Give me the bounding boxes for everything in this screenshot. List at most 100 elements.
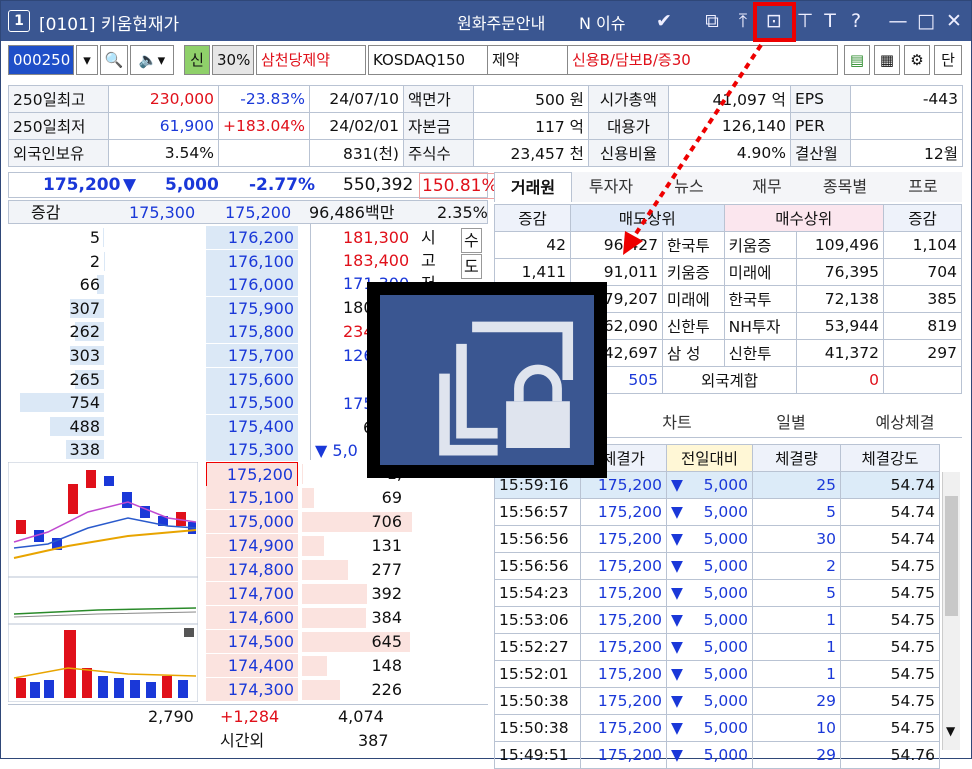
trade-row[interactable]: 15:56:56175,200▼5,000254.75 xyxy=(495,553,940,580)
bid-price[interactable]: 174,400 xyxy=(206,654,298,677)
bid-row[interactable]: 175,10069 xyxy=(198,486,488,510)
ask-row[interactable]: 303175,700 xyxy=(8,344,310,367)
trade-row[interactable]: 15:49:51175,200▼5,0002954.76 xyxy=(495,742,940,769)
ask-price[interactable]: 176,000 xyxy=(206,273,298,296)
high-price: 183,400 xyxy=(343,249,409,272)
right-tab[interactable]: 종목별 xyxy=(806,172,884,202)
info-cell[interactable]: EPS xyxy=(790,86,850,113)
trade-row[interactable]: 15:54:23175,200▼5,000554.75 xyxy=(495,580,940,607)
speaker-icon[interactable]: 🔈▾ xyxy=(130,45,174,75)
sell-broker[interactable]: 삼 성 xyxy=(663,340,725,367)
window-title: [0101] 키움현재가 xyxy=(39,10,179,35)
sell-broker[interactable]: 키움증 xyxy=(663,259,725,286)
gear-icon[interactable]: ⚙ xyxy=(904,45,930,75)
ask-price[interactable]: 175,900 xyxy=(206,297,298,320)
sell-broker[interactable]: 미래에 xyxy=(663,286,725,313)
bid-price[interactable]: 174,800 xyxy=(206,558,298,581)
scroll-down-icon[interactable]: ▼ xyxy=(946,724,955,738)
ask-row[interactable]: 262175,800 xyxy=(8,320,310,343)
sub-tab[interactable]: 차트 xyxy=(620,408,734,438)
sub-tab[interactable]: 예상체결 xyxy=(848,408,962,438)
trade-row[interactable]: 15:56:57175,200▼5,000554.74 xyxy=(495,499,940,526)
memo-icon[interactable]: ▦ xyxy=(874,45,900,75)
bid-price[interactable]: 174,700 xyxy=(206,582,298,605)
trade-row[interactable]: 15:50:38175,200▼5,0001054.75 xyxy=(495,715,940,742)
buy-broker[interactable]: 한국투 xyxy=(724,286,796,313)
minimize-icon[interactable]: — xyxy=(885,8,911,34)
down-arrow-icon: ▼ xyxy=(671,476,683,494)
search-icon[interactable]: 🔍 xyxy=(100,45,128,75)
ask-row[interactable]: 66176,000 xyxy=(8,273,310,296)
maximize-icon[interactable]: □ xyxy=(913,8,939,34)
ask-price[interactable]: 175,700 xyxy=(206,344,298,367)
info-cell[interactable]: PER xyxy=(790,113,850,140)
bid-price[interactable]: 174,300 xyxy=(206,678,298,701)
screen-number-badge[interactable]: 1 xyxy=(8,10,30,32)
bid-row[interactable]: 174,900131 xyxy=(198,534,488,558)
bid-row[interactable]: 175,000706 xyxy=(198,510,488,534)
bid-row[interactable]: 174,800277 xyxy=(198,558,488,582)
bid-price[interactable]: 174,500 xyxy=(206,630,298,653)
code-dropdown-icon[interactable]: ▾ xyxy=(76,45,98,75)
ask-row[interactable]: 5176,200 xyxy=(8,226,310,249)
info-cell[interactable]: 250일최고 xyxy=(9,86,109,113)
stock-name[interactable]: 삼천당제약 xyxy=(256,45,366,75)
chart-close-icon[interactable] xyxy=(184,628,194,637)
bid-price[interactable]: 175,000 xyxy=(206,510,298,533)
col-header[interactable]: 체결강도 xyxy=(841,445,940,472)
help-icon[interactable]: ? xyxy=(843,8,869,34)
bid-price[interactable]: 174,900 xyxy=(206,534,298,557)
ask-row[interactable]: 754175,500 xyxy=(8,391,310,414)
buy-broker[interactable]: 신한투 xyxy=(724,340,796,367)
bid-price[interactable]: 175,200 xyxy=(206,462,298,487)
ask-row[interactable]: 265175,600 xyxy=(8,368,310,391)
bid-price[interactable]: 174,600 xyxy=(206,606,298,629)
trade-row[interactable]: 15:53:06175,200▼5,000154.75 xyxy=(495,607,940,634)
kiwoom-logo-icon[interactable]: ✔ xyxy=(651,8,677,34)
bid-row[interactable]: 174,600384 xyxy=(198,606,488,630)
ask-price[interactable]: 175,500 xyxy=(206,391,298,414)
font-size-icon[interactable]: T xyxy=(817,8,843,34)
buy-broker[interactable]: NH투자 xyxy=(724,313,796,340)
scrollbar-thumb[interactable] xyxy=(945,496,958,616)
buy-broker[interactable]: 미래에 xyxy=(724,259,796,286)
right-tab[interactable]: 프로 xyxy=(884,172,962,202)
ask-price[interactable]: 175,800 xyxy=(206,320,298,343)
trade-row[interactable]: 15:50:38175,200▼5,0002954.75 xyxy=(495,688,940,715)
trade-scrollbar[interactable]: ▼ xyxy=(942,472,960,750)
trade-row[interactable]: 15:56:56175,200▼5,0003054.74 xyxy=(495,526,940,553)
single-order-button[interactable]: 단 xyxy=(934,45,962,75)
trade-table: 체결가 전일대비 체결량 체결강도 15:59:16175,200▼5,0002… xyxy=(494,444,940,769)
ask-row[interactable]: 2176,100 xyxy=(8,250,310,273)
sheet-icon[interactable]: ▤ xyxy=(844,45,870,75)
trade-row[interactable]: 15:52:27175,200▼5,000154.75 xyxy=(495,634,940,661)
trade-volume: 29 xyxy=(753,688,841,715)
popout-icon[interactable]: ⧉ xyxy=(699,8,725,34)
right-tab[interactable]: 거래원 xyxy=(494,172,572,202)
stock-code-input[interactable]: 000250 xyxy=(8,45,74,75)
info-cell: 3.54% xyxy=(109,140,219,167)
krw-order-guide-link[interactable]: 원화주문안내 xyxy=(457,10,545,34)
ask-price[interactable]: 176,200 xyxy=(206,226,298,249)
ask-row[interactable]: 338175,300 xyxy=(8,438,310,461)
col-header[interactable]: 체결량 xyxy=(753,445,841,472)
close-icon[interactable]: ✕ xyxy=(941,8,967,34)
ask-price[interactable]: 175,300 xyxy=(206,438,298,461)
sell-tab-2[interactable]: 도 xyxy=(461,254,482,279)
trade-row[interactable]: 15:52:01175,200▼5,000154.75 xyxy=(495,661,940,688)
ask-price[interactable]: 175,400 xyxy=(206,415,298,438)
sell-broker[interactable]: 신한투 xyxy=(663,313,725,340)
col-header[interactable]: 전일대비 xyxy=(667,445,753,472)
bid-row[interactable]: 174,400148 xyxy=(198,654,488,678)
ask-row[interactable]: 307175,900 xyxy=(8,297,310,320)
bid-price[interactable]: 175,100 xyxy=(206,486,298,509)
bid-row[interactable]: 174,700392 xyxy=(198,582,488,606)
bid-row[interactable]: 174,300226 xyxy=(198,678,488,702)
sub-tab[interactable]: 일별 xyxy=(734,408,848,438)
bid-row[interactable]: 174,500645 xyxy=(198,630,488,654)
issue-link[interactable]: N 이슈 xyxy=(579,10,626,34)
ask-price[interactable]: 176,100 xyxy=(206,250,298,273)
sell-tab[interactable]: 수 xyxy=(461,228,482,253)
ask-price[interactable]: 175,600 xyxy=(206,368,298,391)
ask-row[interactable]: 488175,400 xyxy=(8,415,310,438)
